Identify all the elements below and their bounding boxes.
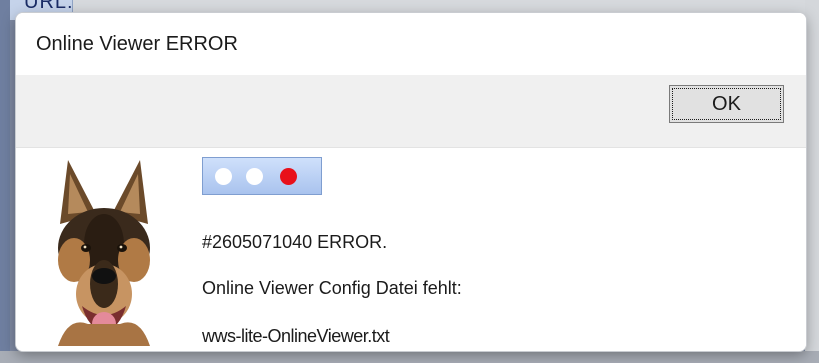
error-code-text: #2605071040 ERROR. (202, 232, 388, 252)
dialog-content: #2605071040 ERROR. Online Viewer Config … (16, 148, 806, 351)
status-indicator (202, 157, 322, 195)
ok-button[interactable]: OK (669, 85, 784, 123)
background-window-left-edge (0, 0, 10, 363)
status-dot-3-error (280, 168, 297, 185)
background-url-label: URL: (24, 0, 74, 13)
config-missing-text: Online Viewer Config Datei fehlt: (202, 278, 462, 298)
dialog-title: Online Viewer ERROR (36, 33, 238, 55)
status-dot-1 (215, 168, 232, 185)
status-dot-2 (246, 168, 263, 185)
config-filename-text: wws-lite-OnlineViewer.txt (202, 326, 390, 346)
german-shepherd-dog-image (58, 160, 150, 346)
error-dialog: Online Viewer ERROR OK #2605071040 ERROR… (16, 13, 806, 351)
dialog-title-bar: Online Viewer ERROR (16, 13, 806, 75)
background-window-bottom-edge (0, 351, 819, 363)
dialog-button-bar: OK (16, 75, 806, 148)
background-window-right-edge (805, 0, 819, 363)
